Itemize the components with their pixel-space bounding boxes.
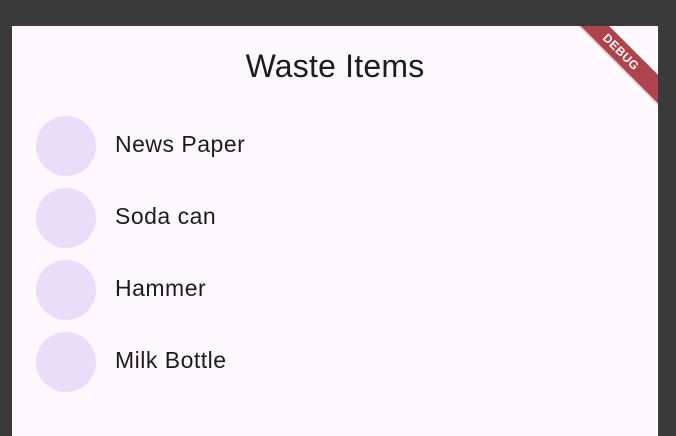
avatar: [36, 260, 96, 320]
avatar: [36, 188, 96, 248]
list-item[interactable]: News Paper: [36, 116, 636, 188]
list-item[interactable]: Milk Bottle: [36, 332, 636, 404]
avatar: [36, 116, 96, 176]
waste-items-list: News Paper Soda can Hammer Milk Bottle: [36, 116, 636, 404]
list-item-label: Milk Bottle: [115, 347, 227, 373]
avatar: [36, 332, 96, 392]
list-item[interactable]: Soda can: [36, 188, 636, 260]
list-item-label: Soda can: [115, 203, 217, 229]
page-title: Waste Items: [245, 48, 425, 84]
list-item-label: News Paper: [115, 131, 246, 157]
list-item-label: Hammer: [115, 275, 207, 301]
app-window: Waste Items News Paper Soda can Hammer M…: [12, 26, 658, 436]
list-item[interactable]: Hammer: [36, 260, 636, 332]
